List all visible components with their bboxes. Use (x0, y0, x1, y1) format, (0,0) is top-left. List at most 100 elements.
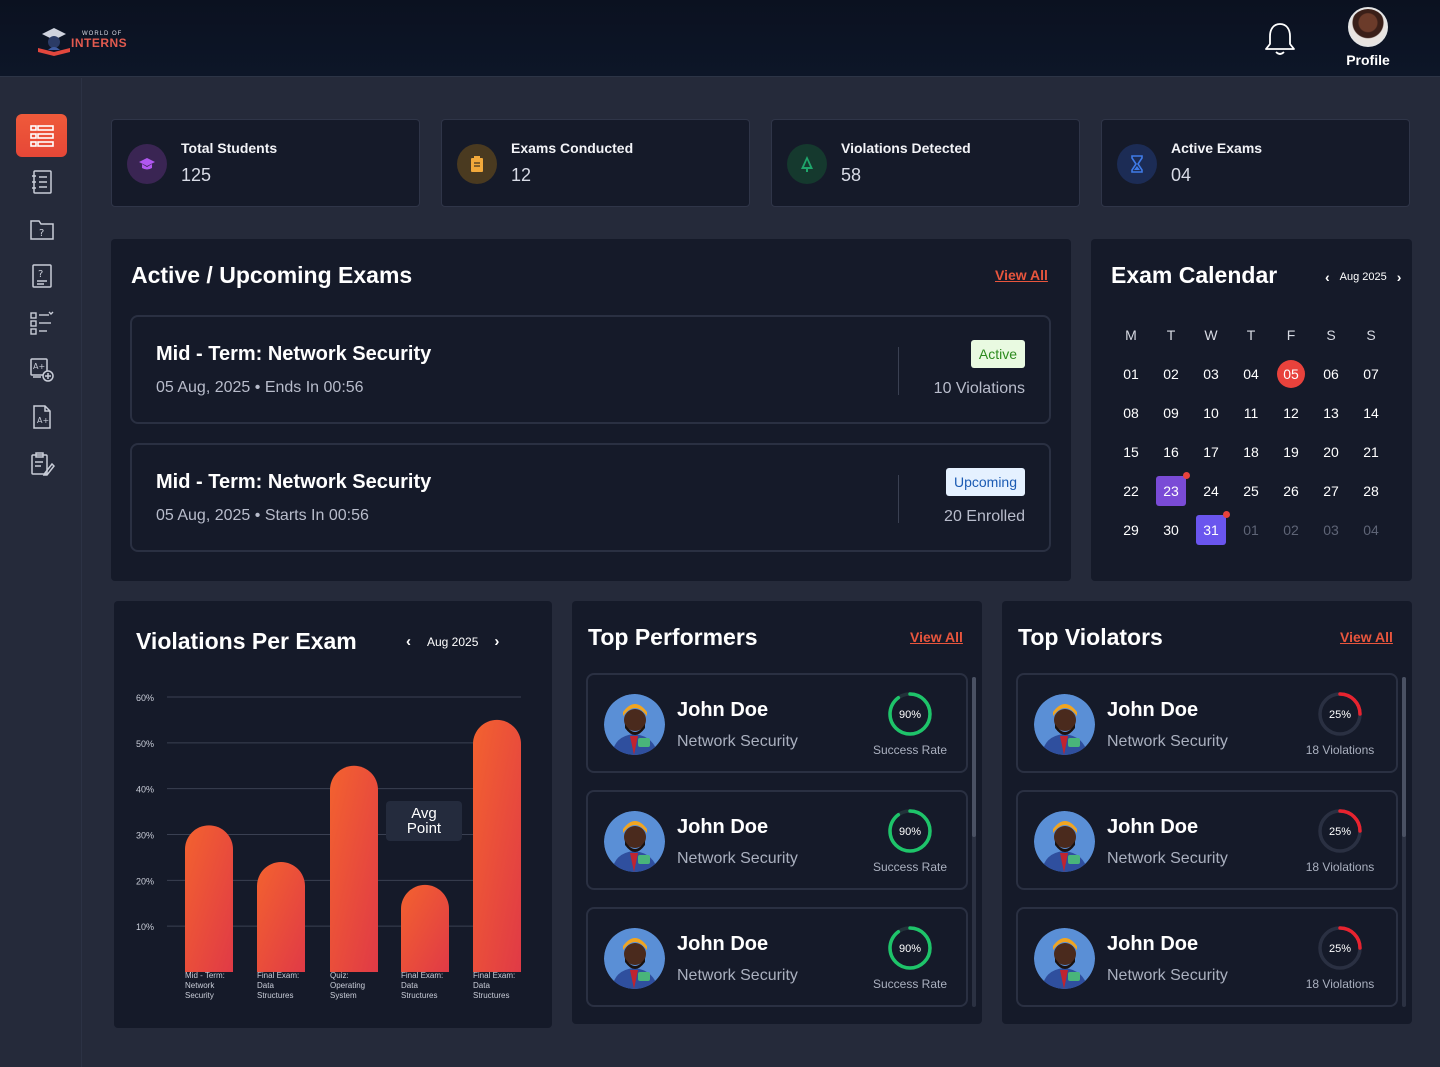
top-performers-view-all-link[interactable]: View All (910, 629, 963, 645)
calendar-day[interactable]: 27 (1317, 477, 1345, 505)
calendar-day[interactable]: 31 (1196, 511, 1230, 545)
calendar-day[interactable]: 10 (1197, 399, 1225, 427)
calendar-day[interactable]: 24 (1197, 477, 1225, 505)
person-card[interactable]: John Doe Network Security 25% 18 Violati… (1016, 673, 1398, 773)
sidebar-item-edit-exams[interactable] (16, 442, 67, 485)
chevron-right-icon[interactable]: › (1397, 269, 1402, 285)
avatar (604, 928, 665, 989)
stat-card-active-exams[interactable]: Active Exams 04 (1101, 119, 1410, 207)
person-card[interactable]: John Doe Network Security 90% Success Ra… (586, 907, 968, 1007)
stat-title: Total Students (181, 140, 278, 156)
person-name: John Doe (677, 699, 769, 721)
top-violators-view-all-link[interactable]: View All (1340, 629, 1393, 645)
chart-bar[interactable] (185, 825, 233, 972)
calendar-day[interactable]: 26 (1277, 477, 1305, 505)
calendar-day[interactable]: 18 (1237, 438, 1265, 466)
sidebar-item-dashboard[interactable] (16, 114, 67, 157)
calendar-day[interactable]: 01 (1237, 516, 1265, 544)
calendar-day[interactable]: 05 (1277, 360, 1305, 388)
sidebar-item-notebook[interactable] (16, 160, 67, 203)
top-performers-title: Top Performers (588, 624, 758, 650)
profile-menu[interactable]: Profile (1342, 7, 1394, 68)
calendar-day[interactable]: 03 (1317, 516, 1345, 544)
calendar-day[interactable]: 06 (1317, 360, 1345, 388)
chevron-left-icon[interactable]: ‹ (1325, 269, 1330, 285)
divider (898, 475, 899, 523)
calendar-day[interactable]: 23 (1156, 472, 1190, 506)
calendar-day[interactable]: 30 (1157, 516, 1185, 544)
edit-clipboard-icon (30, 451, 55, 476)
sidebar-item-questions[interactable]: ? (16, 254, 67, 297)
calendar-day[interactable]: 09 (1157, 399, 1185, 427)
calendar-day[interactable]: 22 (1117, 477, 1145, 505)
calendar-day[interactable]: 28 (1357, 477, 1385, 505)
chart-bar[interactable] (401, 884, 449, 972)
x-tick-label: Final Exam: (473, 971, 515, 980)
notification-bell-icon[interactable] (1262, 20, 1298, 58)
calendar-day[interactable]: 14 (1357, 399, 1385, 427)
world-of-interns-logo[interactable]: WORLD OF INTERNS (34, 24, 127, 58)
ring-value: 90% (899, 943, 921, 955)
calendar-weekday: F (1286, 327, 1296, 343)
calendar-day[interactable]: 12 (1277, 399, 1305, 427)
clipboard-icon (457, 144, 497, 184)
calendar-day[interactable]: 04 (1237, 360, 1265, 388)
scroll-thumb[interactable] (1402, 677, 1406, 837)
calendar-day[interactable]: 03 (1197, 360, 1225, 388)
calendar-day[interactable]: 17 (1197, 438, 1225, 466)
calendar-day[interactable]: 20 (1317, 438, 1345, 466)
calendar-day[interactable]: 01 (1117, 360, 1145, 388)
avatar (1348, 7, 1388, 47)
scrollbar[interactable] (972, 677, 976, 1007)
calendar-day[interactable]: 29 (1117, 516, 1145, 544)
calendar-weekday: S (1366, 327, 1376, 343)
exam-card[interactable]: Mid - Term: Network Security 05 Aug, 202… (130, 315, 1051, 424)
sidebar-item-grades[interactable]: A+ (16, 395, 67, 438)
scroll-thumb[interactable] (972, 677, 976, 837)
calendar-day[interactable]: 13 (1317, 399, 1345, 427)
person-card[interactable]: John Doe Network Security 90% Success Ra… (586, 790, 968, 890)
top-violators-title: Top Violators (1018, 624, 1163, 650)
question-folder-icon: ? (29, 219, 54, 240)
profile-label: Profile (1346, 52, 1390, 68)
calendar-day[interactable]: 02 (1157, 360, 1185, 388)
calendar-day[interactable]: 19 (1277, 438, 1305, 466)
sidebar-item-question-bank[interactable]: ? (16, 207, 67, 250)
chart-bar[interactable] (330, 765, 378, 972)
stat-card-exams-conducted[interactable]: Exams Conducted 12 (441, 119, 750, 207)
exam-timing: Starts In 00:56 (264, 507, 369, 524)
x-tick-label: Network (185, 981, 215, 990)
calendar-day[interactable]: 04 (1357, 516, 1385, 544)
stat-title: Exams Conducted (511, 140, 634, 156)
svg-text:?: ? (39, 228, 44, 239)
status-badge: Upcoming (945, 468, 1025, 496)
exams-view-all-link[interactable]: View All (995, 267, 1048, 283)
user-avatar-icon (1034, 928, 1095, 989)
exam-card[interactable]: Mid - Term: Network Security 05 Aug, 202… (130, 443, 1051, 552)
calendar-day[interactable]: 21 (1357, 438, 1385, 466)
person-card[interactable]: John Doe Network Security 25% 18 Violati… (1016, 790, 1398, 890)
calendar-day[interactable]: 02 (1277, 516, 1305, 544)
calendar-day[interactable]: 16 (1157, 438, 1185, 466)
scrollbar[interactable] (1402, 677, 1406, 1007)
calendar-day[interactable]: 08 (1117, 399, 1145, 427)
stat-card-violations-detected[interactable]: Violations Detected 58 (771, 119, 1080, 207)
sidebar-item-checklist[interactable] (16, 301, 67, 344)
person-subject: Network Security (677, 967, 798, 984)
stat-card-total-students[interactable]: Total Students 125 (111, 119, 420, 207)
person-name: John Doe (1107, 933, 1199, 955)
calendar-day[interactable]: 15 (1117, 438, 1145, 466)
logo-mark-icon (38, 28, 70, 56)
person-card[interactable]: John Doe Network Security 25% 18 Violati… (1016, 907, 1398, 1007)
calendar-weekday: W (1204, 327, 1218, 343)
chart-bar[interactable] (473, 719, 521, 972)
ring-label: Success Rate (872, 860, 948, 874)
sidebar-item-add-grade[interactable]: A+ (16, 348, 67, 391)
calendar-day[interactable]: 25 (1237, 477, 1265, 505)
calendar-day[interactable]: 11 (1237, 399, 1265, 427)
calendar-month-nav: ‹ Aug 2025 › (1325, 269, 1401, 285)
person-card[interactable]: John Doe Network Security 90% Success Ra… (586, 673, 968, 773)
calendar-day[interactable]: 07 (1357, 360, 1385, 388)
x-tick-label: Final Exam: (401, 971, 443, 980)
chart-bar[interactable] (257, 862, 305, 972)
